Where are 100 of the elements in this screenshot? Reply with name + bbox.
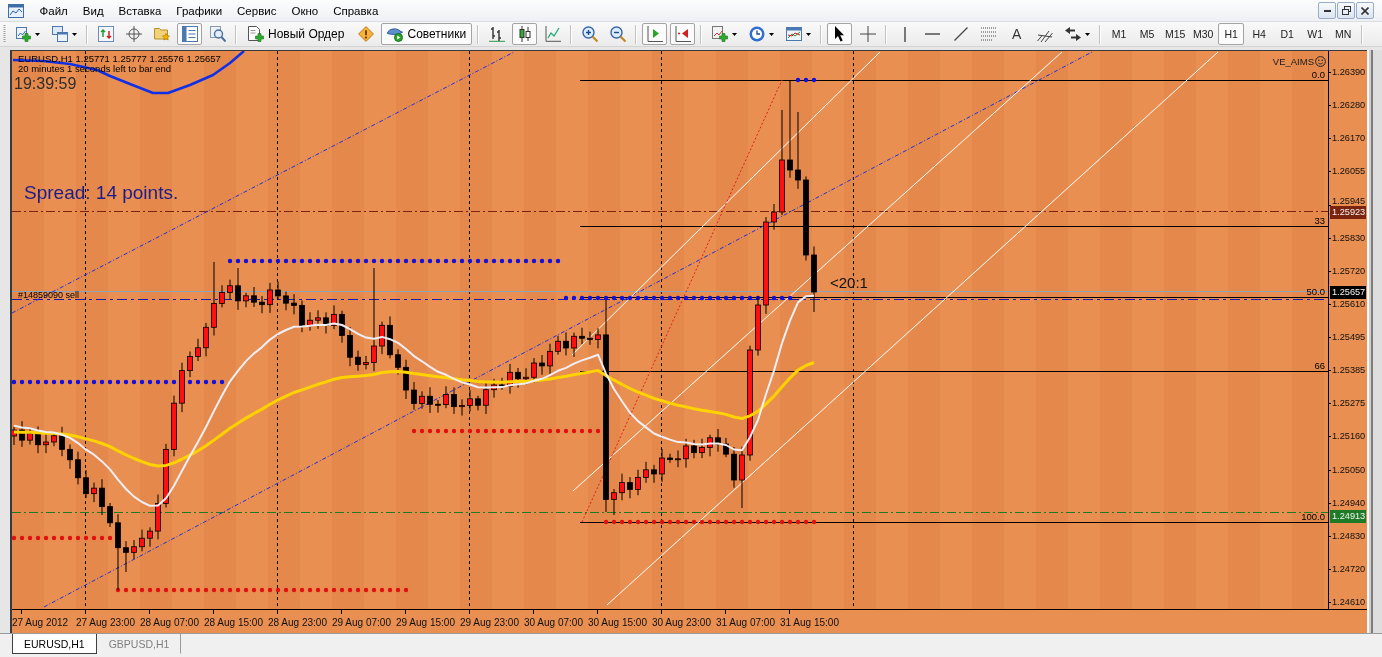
time-label: 28 Aug 15:00	[204, 617, 263, 629]
price-label: 1.25945	[1332, 195, 1366, 207]
minimize-button[interactable]	[1318, 2, 1336, 19]
timeframe-button[interactable]: MN	[1330, 23, 1357, 45]
candlestick-icon	[516, 26, 533, 42]
price-label: 1.26055	[1332, 165, 1366, 177]
zoom-out-icon	[609, 26, 626, 42]
fibonacci-level-label: 66	[1314, 360, 1325, 371]
auto-scroll-icon	[674, 26, 691, 42]
crosshair-icon	[859, 26, 876, 42]
price-label: 1.24720	[1332, 563, 1366, 575]
time-label: 30 Aug 23:00	[652, 617, 711, 629]
price-marker: 1.25657	[1330, 286, 1366, 299]
template-chart-icon	[785, 26, 802, 42]
price-label: 1.25050	[1332, 464, 1366, 476]
smiley-icon	[1315, 56, 1326, 67]
menu-item[interactable]: Графики	[168, 0, 230, 21]
time-label: 28 Aug 23:00	[268, 617, 327, 629]
text-tool-button[interactable]: A	[1004, 23, 1030, 45]
fibonacci-icon	[980, 27, 997, 41]
timeframe-button[interactable]: M30	[1190, 23, 1217, 45]
time-label: 29 Aug 07:00	[332, 617, 391, 629]
close-button[interactable]	[1356, 2, 1374, 19]
time-label: 29 Aug 15:00	[396, 617, 455, 629]
time-label: 28 Aug 07:00	[140, 617, 199, 629]
time-label: 31 Aug 07:00	[716, 617, 775, 629]
menu-item[interactable]: Файл	[32, 0, 76, 21]
candlesticks-button[interactable]	[512, 23, 538, 45]
price-marker: 1.25923	[1330, 206, 1366, 219]
horizontal-line-icon	[925, 33, 941, 35]
price-label: 1.24610	[1332, 596, 1366, 608]
time-label: 27 Aug 2012	[12, 617, 69, 629]
order-label: #14859090 sell	[18, 291, 80, 300]
timeframe-button[interactable]: D1	[1274, 23, 1301, 45]
caret-icon	[71, 32, 77, 36]
grip-icon	[3, 25, 6, 43]
chart-shift-button[interactable]	[642, 23, 668, 45]
restore-icon	[1341, 6, 1351, 15]
price-label: 1.24940	[1332, 497, 1366, 509]
windows-icon	[51, 26, 68, 42]
fibonacci-level-label: 33	[1314, 215, 1325, 226]
chart-tab[interactable]: GBPUSD,H1	[96, 634, 182, 654]
caret-icon	[731, 32, 737, 36]
price-label: 1.25720	[1332, 265, 1366, 277]
magnifier-icon	[209, 26, 226, 42]
cursor-button[interactable]	[827, 23, 853, 45]
chart-window-icon	[8, 2, 24, 19]
menu-item[interactable]: Вставка	[111, 0, 169, 21]
price-label: 1.24830	[1332, 530, 1366, 542]
price-label: 1.25385	[1332, 364, 1366, 376]
chart-plus-icon	[14, 26, 31, 42]
price-label: 1.25830	[1332, 232, 1366, 244]
chart-shift-icon	[646, 26, 663, 42]
chart-tab[interactable]: EURUSD,H1	[12, 634, 97, 654]
clock-text: 19:39:59	[14, 75, 77, 92]
cap-play-icon	[387, 26, 404, 42]
timeframe-button[interactable]: H4	[1246, 23, 1273, 45]
menu-item[interactable]: Справка	[325, 0, 386, 21]
caret-icon	[1084, 32, 1090, 36]
menu-item[interactable]: Сервис	[229, 0, 284, 21]
caret-icon	[805, 32, 811, 36]
timeframe-button[interactable]: M15	[1162, 23, 1189, 45]
menu-item[interactable]: Окно	[283, 0, 326, 21]
time-label: 29 Aug 23:00	[460, 617, 519, 629]
indicator-plus-icon	[711, 26, 728, 42]
price-label: 1.26170	[1332, 132, 1366, 144]
arrows-icon	[1064, 26, 1081, 42]
experts-button[interactable]: Советники	[381, 23, 473, 45]
timeframe-button[interactable]: W1	[1302, 23, 1329, 45]
price-label: 1.26280	[1332, 99, 1366, 111]
menu-item[interactable]: Вид	[75, 0, 112, 21]
fibonacci-level-label: 0.0	[1311, 69, 1325, 80]
terminal-button[interactable]	[177, 23, 202, 45]
dotted-level-line	[795, 77, 817, 83]
price-label: 1.26390	[1332, 66, 1366, 78]
diagonal-line-icon	[953, 27, 968, 41]
arrows-box-icon	[97, 26, 114, 42]
restore-button[interactable]	[1337, 2, 1355, 19]
folder-star-icon	[153, 26, 170, 42]
close-icon	[1361, 6, 1369, 15]
timeframe-button[interactable]: M5	[1134, 23, 1161, 45]
price-marker: 1.24913	[1330, 510, 1366, 523]
fibonacci-level-label: 100.0	[1301, 511, 1325, 522]
timeframe-button[interactable]: M1	[1106, 23, 1133, 45]
timeframe-button[interactable]: H1	[1218, 23, 1245, 45]
price-label: 1.25495	[1332, 331, 1366, 343]
time-label: 27 Aug 23:00	[76, 617, 135, 629]
new-order-button[interactable]: Новый Ордер	[242, 23, 351, 45]
indicator-name: VE_AIMS	[1272, 56, 1314, 67]
spread-text: Spread: 14 points.	[24, 182, 179, 203]
crosshair-icon	[125, 26, 142, 42]
line-chart-icon	[544, 26, 561, 42]
fibonacci-level-label: 50.0	[1306, 286, 1325, 297]
zoom-in-icon	[581, 26, 598, 42]
vertical-line-icon	[903, 26, 906, 42]
auto-scroll-button[interactable]	[670, 23, 696, 45]
ratio-label: <20:1	[830, 275, 868, 291]
ohlc-bars-icon	[488, 26, 505, 42]
document-plus-icon	[248, 26, 264, 42]
time-label: 30 Aug 07:00	[524, 617, 583, 629]
